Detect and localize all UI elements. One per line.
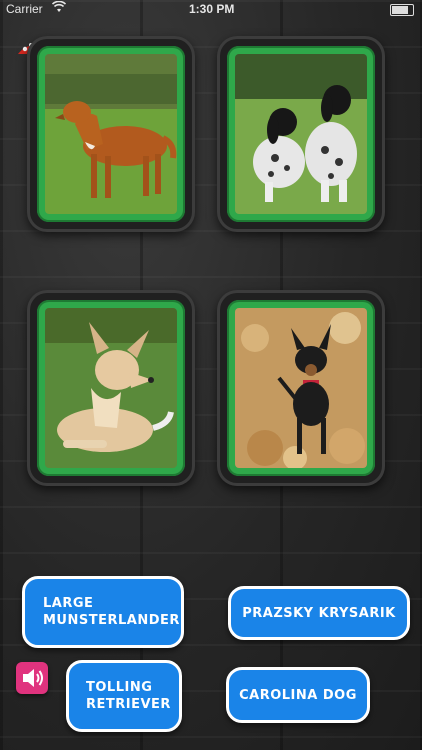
answer-label-line1: TOLLING bbox=[86, 680, 153, 695]
card-frame bbox=[227, 46, 375, 222]
card-frame bbox=[227, 300, 375, 476]
card-frame bbox=[37, 300, 185, 476]
speaker-icon[interactable] bbox=[16, 662, 48, 694]
answer-button-prazsky-krysarik[interactable]: PRAZSKY KRYSARIK bbox=[228, 586, 410, 640]
dog-photo-carolina-dog bbox=[45, 308, 177, 468]
answer-button-large-munsterlander[interactable]: LARGE MUNSTERLANDER bbox=[22, 576, 184, 648]
dog-photo-tolling-retriever bbox=[45, 54, 177, 214]
dog-photo-prazsky-krysarik bbox=[235, 308, 367, 468]
answer-button-tolling-retriever[interactable]: TOLLING RETRIEVER bbox=[66, 660, 182, 732]
answer-label-line2: MUNSTERLANDER bbox=[43, 613, 180, 628]
card-frame bbox=[37, 46, 185, 222]
answer-label-line2: RETRIEVER bbox=[86, 697, 171, 712]
wifi-icon bbox=[51, 0, 67, 16]
answer-button-carolina-dog[interactable]: CAROLINA DOG bbox=[226, 667, 370, 723]
dog-card-4[interactable] bbox=[217, 290, 385, 486]
answer-label: PRAZSKY KRYSARIK bbox=[242, 605, 396, 621]
carrier-label: Carrier bbox=[6, 2, 43, 16]
dog-card-3[interactable] bbox=[27, 290, 195, 486]
status-bar: Carrier 1:30 PM bbox=[0, 0, 422, 20]
dog-photo-munsterlander bbox=[235, 54, 367, 214]
dog-card-1[interactable] bbox=[27, 36, 195, 232]
answer-label-line1: LARGE bbox=[43, 596, 94, 611]
dog-card-2[interactable] bbox=[217, 36, 385, 232]
answer-label: CAROLINA DOG bbox=[239, 687, 357, 703]
clock: 1:30 PM bbox=[189, 2, 235, 16]
battery-icon bbox=[390, 4, 414, 16]
